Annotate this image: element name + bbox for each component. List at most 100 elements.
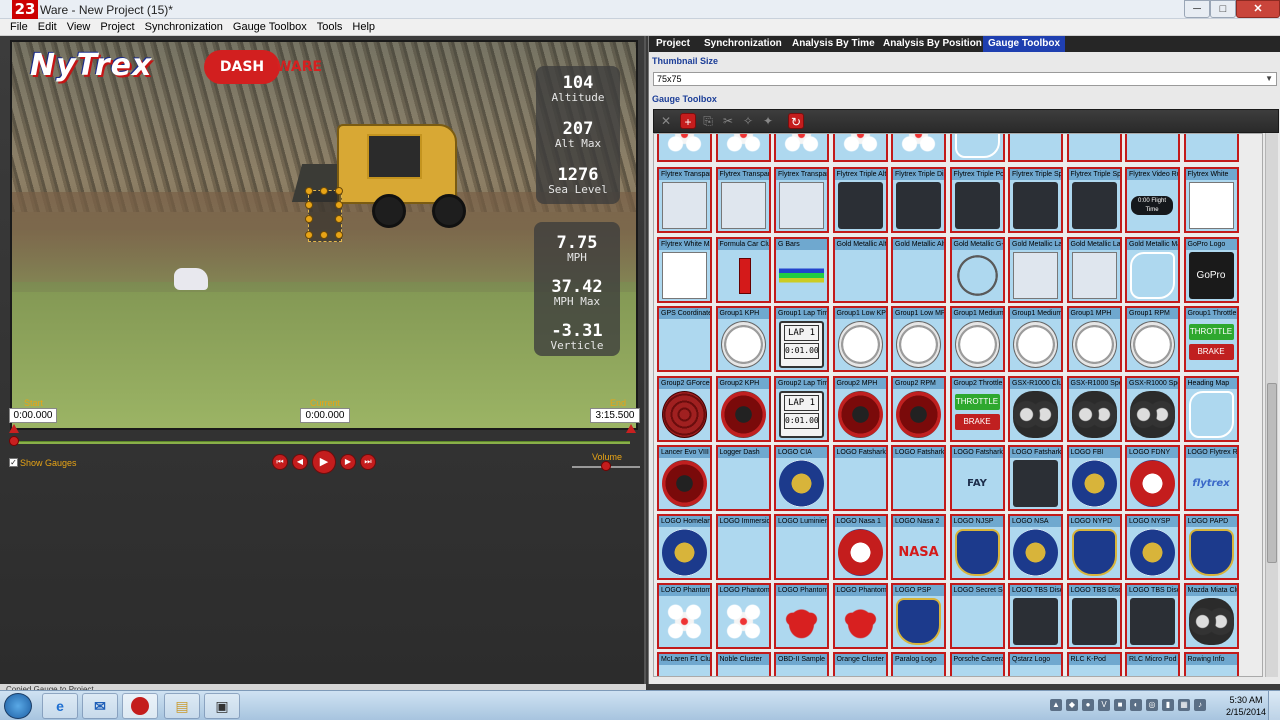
tray-icon-2[interactable]: ●	[1082, 699, 1094, 711]
gauge-thumbnail[interactable]: Gold Metallic Lap	[1066, 237, 1122, 303]
gauge-thumbnail[interactable]: LOGO Fatshark 3 FAY SHARK	[949, 445, 1005, 536]
copy-icon[interactable]: ⎘	[700, 113, 716, 129]
gauge-thumbnail[interactable]: Rowing Info	[1183, 652, 1239, 676]
gauge-thumbnail[interactable]: Flytrex Video Run	[1125, 167, 1180, 233]
gauge-thumbnail[interactable]: LOGO Phantom 4	[832, 583, 888, 649]
grid-scrollbar[interactable]	[1265, 133, 1278, 677]
tray-icon-6[interactable]: ◎	[1146, 699, 1158, 711]
gauge-thumbnail[interactable]: Group1 Low KPH	[832, 306, 888, 372]
gauge-thumbnail[interactable]: Group2 KPH	[715, 376, 771, 442]
gauge-thumbnail[interactable]: LOGO NSA	[1008, 514, 1063, 580]
thumbnail-size-select[interactable]: 75x75 ▼	[653, 72, 1277, 86]
end-time-input[interactable]: 3:15.500	[590, 408, 640, 423]
tray-icon-4[interactable]: ■	[1114, 699, 1126, 711]
gauge-thumbnail[interactable]: LOGO Flytrex RW flytrex	[1183, 445, 1239, 511]
gauge-thumbnail[interactable]: Logger Dash	[715, 445, 771, 511]
gauge-thumbnail[interactable]: LOGO Phantom 2	[715, 583, 771, 649]
outlook-icon[interactable]: ✉	[82, 693, 118, 719]
app-logo-icon[interactable]: 23	[12, 0, 38, 19]
gauge-thumbnail[interactable]: Heading Map	[1183, 376, 1239, 442]
gauge-thumbnail[interactable]: LOGO TBS Disco	[1066, 583, 1122, 649]
app-task-icon[interactable]: ▣	[204, 693, 240, 719]
gauge-thumbnail[interactable]: Paralog Logo	[891, 652, 946, 676]
gauge-thumbnail[interactable]: Gold Metallic G-F	[949, 237, 1005, 303]
menu-tools[interactable]: Tools	[312, 19, 348, 33]
menu-view[interactable]: View	[62, 19, 96, 33]
gauge-thumbnail[interactable]: LOGO Phantom 1	[657, 583, 712, 649]
gauge-thumbnail[interactable]: Flytrex Triple Dist	[891, 167, 946, 233]
cut-icon[interactable]: ✂	[720, 113, 736, 129]
video-preview[interactable]: NyTrex DASH WARE 104 Altitude 207 Alt Ma…	[10, 40, 638, 430]
tray-arrow-icon[interactable]: ▲	[1050, 699, 1062, 711]
gauge-thumbnail[interactable]: Noble Cluster	[715, 652, 771, 676]
gauge-thumbnail[interactable]: LOGO Nasa 1	[832, 514, 888, 580]
gauge-thumbnail[interactable]: Porsche Carrera	[949, 652, 1005, 676]
dashware-task-icon[interactable]	[122, 693, 158, 719]
gauge-thumbnail[interactable]: LOGO Secret Serv	[949, 583, 1005, 649]
gauge-thumbnail[interactable]: Flytrex Triple Pos	[949, 167, 1005, 233]
gauge-thumbnail[interactable]: RLC Micro Pod	[1125, 652, 1180, 676]
tray-icon-7[interactable]: ▮	[1162, 699, 1174, 711]
gauge-thumbnail[interactable]: Flytrex Transparent	[715, 167, 771, 233]
gauge-thumbnail[interactable]	[1066, 134, 1122, 162]
gauge-thumbnail[interactable]: Mazda Miata Clu	[1183, 583, 1239, 649]
gauge-thumbnail[interactable]: Group1 Lap Time LAP 1 0:01.00	[774, 306, 829, 372]
gauge-thumbnail[interactable]: LOGO Luminier	[774, 514, 829, 580]
gauge-thumbnail[interactable]: Gold Metallic Alti	[891, 237, 946, 303]
gauge-thumbnail[interactable]: Group1 RPM	[1125, 306, 1180, 372]
refresh-button[interactable]: ↻	[788, 113, 804, 129]
gauge-thumbnail[interactable]: Group1 MPH	[1066, 306, 1122, 372]
gauge-thumbnail[interactable]: Qstarz Logo	[1008, 652, 1063, 676]
tray-icon-1[interactable]: ◆	[1066, 699, 1078, 711]
minimize-button[interactable]: ─	[1184, 0, 1210, 18]
gauge-thumbnail[interactable]: LOGO TBS Disco	[1008, 583, 1063, 649]
gauge-thumbnail[interactable]: LOGO PSP	[891, 583, 946, 649]
play-button[interactable]: ▶	[312, 450, 336, 474]
gauge-thumbnail[interactable]: Group2 Lap Time LAP 1 0:01.00	[774, 376, 829, 442]
gauge-thumbnail[interactable]: LOGO FDNY	[1125, 445, 1180, 511]
gauge-thumbnail[interactable]: Formula Car Clust	[715, 237, 771, 303]
gauge-thumbnail[interactable]: LOGO Homeland	[657, 514, 712, 580]
gauge-thumbnail[interactable]: RLC K-Pod	[1066, 652, 1122, 676]
tray-icon-3[interactable]: V	[1098, 699, 1110, 711]
gauge-thumbnail[interactable]: Gold Metallic Map	[1125, 237, 1180, 303]
gauge-thumbnail[interactable]: McLaren F1 Clust	[657, 652, 712, 676]
altitude-gauge[interactable]: 104 Altitude 207 Alt Max 1276 Sea Level	[536, 66, 620, 204]
add-gauge-button[interactable]: +	[680, 113, 696, 129]
gauge-thumbnail[interactable]: LOGO NJSP	[949, 514, 1005, 580]
clock[interactable]: 5:30 AM 2/15/2014	[1226, 694, 1266, 718]
gauge-thumbnail[interactable]: LOGO Phantom 3	[774, 583, 829, 649]
maximize-button[interactable]: □	[1210, 0, 1236, 18]
gauge-thumbnail[interactable]: Flytrex Triple Spe	[1066, 167, 1122, 233]
gauge-thumbnail[interactable]: Group2 GForce	[657, 376, 712, 442]
gauge-thumbnail[interactable]	[715, 134, 771, 162]
menu-synchronization[interactable]: Synchronization	[140, 19, 228, 33]
gauge-thumbnail[interactable]: Group1 Low MPH	[891, 306, 946, 372]
timeline-track[interactable]	[14, 441, 630, 444]
gauge-thumbnail[interactable]: Flytrex Triple Spe	[1008, 167, 1063, 233]
gauge-thumbnail[interactable]: Group1 Medium	[949, 306, 1005, 372]
gauge-thumbnail[interactable]: GSX-R1000 Spee	[1066, 376, 1122, 442]
gauge-thumbnail[interactable]: Flytrex Transparent	[774, 167, 829, 233]
gauge-thumbnail[interactable]: LOGO PAPD	[1183, 514, 1239, 580]
gauge-thumbnail[interactable]: LOGO CIA	[774, 445, 829, 511]
tab-synchronization[interactable]: Synchronization	[699, 36, 787, 52]
gauge-thumbnail[interactable]: Flytrex Transparent	[657, 167, 712, 233]
tab-analysis-by-position[interactable]: Analysis By Position	[878, 36, 987, 52]
gauge-thumbnail[interactable]: Gold Metallic Lap	[1008, 237, 1063, 303]
gauge-thumbnail[interactable]	[1008, 134, 1063, 162]
speed-gauge[interactable]: 7.75 MPH 37.42 MPH Max -3.31 Verticle	[534, 222, 620, 356]
gauge-thumbnail[interactable]: LOGO FBI	[1066, 445, 1122, 511]
gauge-thumbnail[interactable]: LOGO NYPD	[1066, 514, 1122, 580]
gauge-thumbnail[interactable]	[1125, 134, 1180, 162]
gauge-thumbnail[interactable]	[832, 134, 888, 162]
gauge-thumbnail[interactable]: LOGO Fatshark 2	[891, 445, 946, 511]
tab-gauge-toolbox[interactable]: Gauge Toolbox	[983, 36, 1066, 52]
gauge-thumbnail[interactable]	[949, 134, 1005, 162]
gauge-thumbnail[interactable]: LOGO NYSP	[1125, 514, 1180, 580]
menu-gauge-toolbox[interactable]: Gauge Toolbox	[228, 19, 312, 33]
gauge-thumbnail[interactable]: Flytrex White MA	[657, 237, 712, 303]
gauge-thumbnail[interactable]: G Bars	[774, 237, 829, 303]
start-button[interactable]	[4, 693, 32, 719]
gauge-thumbnail[interactable]	[657, 134, 712, 162]
